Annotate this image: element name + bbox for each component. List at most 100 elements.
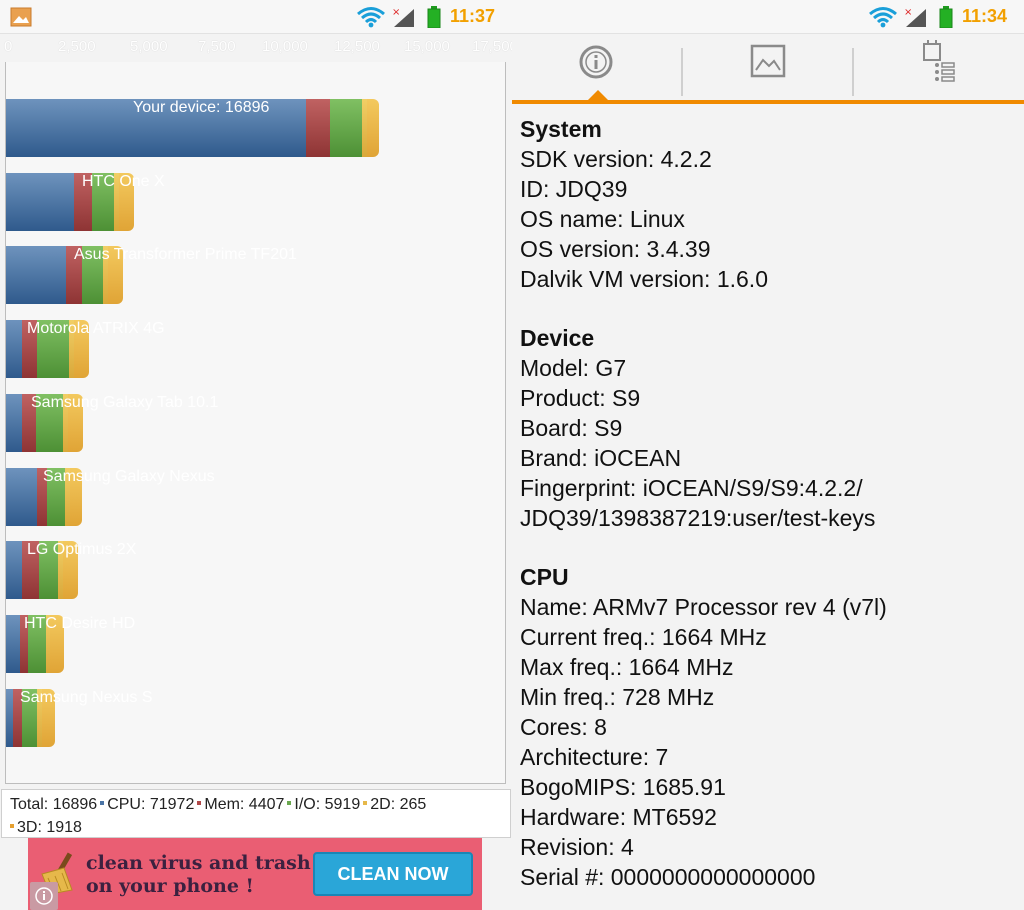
info-line: SDK version: 4.2.2 bbox=[520, 146, 712, 172]
bar-segment-io bbox=[21, 688, 37, 747]
info-line: Revision: 4 bbox=[520, 834, 634, 860]
info-line: JDQ39/1398387219:user/test-keys bbox=[520, 505, 876, 531]
info-line: Max freq.: 1664 MHz bbox=[520, 654, 734, 680]
system-info-screen: × 11:34 System SDK version: 4.2.2 ID: JD… bbox=[512, 0, 1024, 910]
io-legend-dot bbox=[287, 801, 292, 806]
clean-now-button[interactable]: CLEAN NOW bbox=[313, 852, 473, 896]
signal-icon: × bbox=[904, 7, 926, 27]
chart-axis-labels: 0 2,500 5,000 7,500 10,000 12,500 15,000… bbox=[0, 38, 512, 58]
bar-segment-cpu bbox=[6, 172, 75, 231]
axis-tick-label: 17,500 bbox=[472, 38, 512, 55]
bar-segment-cpu bbox=[6, 393, 23, 452]
bar-segment-mem bbox=[22, 393, 36, 452]
battery-icon bbox=[427, 6, 441, 28]
battery-icon bbox=[939, 6, 953, 28]
bar-segment-io bbox=[38, 541, 58, 600]
bar-segment-io bbox=[37, 320, 69, 379]
bar-segment-cpu bbox=[6, 541, 23, 600]
active-tab-indicator bbox=[588, 90, 608, 100]
bar-segment-mem bbox=[22, 320, 38, 379]
3d-legend-dot bbox=[10, 824, 14, 829]
bar-segment-cpu bbox=[6, 246, 66, 305]
axis-tick-label: 2,500 bbox=[58, 38, 96, 55]
bar-segment-2d bbox=[64, 467, 70, 526]
info-line: Architecture: 7 bbox=[520, 744, 669, 770]
ad-line-1: clean virus and trash bbox=[86, 852, 311, 874]
tab-display[interactable] bbox=[683, 34, 853, 104]
bar-segment-3d bbox=[68, 393, 84, 452]
bar-segment-cpu bbox=[6, 688, 13, 747]
axis-tick-label: 15,000 bbox=[404, 38, 450, 55]
ad-banner[interactable]: clean virus and trash on your phone ! CL… bbox=[28, 838, 482, 910]
section-title-system: System bbox=[520, 116, 602, 142]
status-time: 11:34 bbox=[962, 6, 1008, 26]
info-line: OS name: Linux bbox=[520, 206, 685, 232]
tab-underline bbox=[512, 100, 1024, 104]
bar-segment-3d bbox=[69, 467, 82, 526]
ad-info-button[interactable] bbox=[30, 882, 58, 910]
bar-segment-3d bbox=[73, 320, 89, 379]
3d-score: 3D: 1918 bbox=[17, 819, 82, 836]
mem-score: Mem: 4407 bbox=[204, 796, 285, 813]
axis-tick-label: 0 bbox=[4, 38, 13, 55]
io-score: I/O: 5919 bbox=[294, 796, 361, 813]
bar-segment-3d bbox=[41, 688, 55, 747]
status-time: 11:37 bbox=[450, 6, 496, 26]
2d-score: 2D: 265 bbox=[370, 796, 427, 813]
bar-segment-2d bbox=[57, 541, 63, 600]
bar-segment-mem bbox=[305, 99, 331, 157]
info-line: Current freq.: 1664 MHz bbox=[520, 624, 767, 650]
section-title-device: Device bbox=[520, 325, 595, 351]
bar-segment-3d bbox=[367, 99, 380, 157]
axis-tick-label: 5,000 bbox=[130, 38, 168, 55]
bar-segment-cpu bbox=[6, 467, 38, 526]
gallery-notification-icon bbox=[10, 7, 32, 27]
axis-tick-label: 12,500 bbox=[334, 38, 380, 55]
ad-line-2: on your phone ! bbox=[86, 875, 254, 897]
info-line: OS version: 3.4.39 bbox=[520, 236, 711, 262]
svg-text:×: × bbox=[904, 7, 912, 18]
info-line: BogoMIPS: 1685.91 bbox=[520, 774, 726, 800]
info-line: Model: G7 bbox=[520, 355, 627, 381]
total-score: Total: 16896 bbox=[10, 796, 98, 813]
bar-segment-cpu bbox=[6, 99, 306, 157]
axis-tick-label: 10,000 bbox=[262, 38, 308, 55]
wifi-icon bbox=[869, 7, 897, 28]
signal-icon: × bbox=[392, 7, 414, 27]
info-line: ID: JDQ39 bbox=[520, 176, 628, 202]
bar-segment-3d bbox=[62, 541, 78, 600]
2d-legend-dot bbox=[363, 801, 368, 806]
bar-segment-io bbox=[91, 172, 114, 231]
cpu-legend-dot bbox=[100, 801, 105, 806]
bar-segment-mem bbox=[37, 467, 47, 526]
status-bar: × 11:37 bbox=[0, 0, 512, 34]
tab-components[interactable] bbox=[854, 34, 1024, 104]
info-line: Cores: 8 bbox=[520, 714, 607, 740]
info-icon bbox=[35, 887, 53, 905]
info-line: Dalvik VM version: 1.6.0 bbox=[520, 266, 768, 292]
axis-tick-label: 7,500 bbox=[198, 38, 236, 55]
info-line: Product: S9 bbox=[520, 385, 641, 411]
bar-segment-mem bbox=[74, 172, 92, 231]
bar-segment-3d bbox=[119, 172, 135, 231]
wifi-icon bbox=[357, 7, 385, 28]
svg-text:×: × bbox=[392, 7, 400, 18]
bar-segment-mem bbox=[65, 246, 83, 305]
info-line: Name: ARMv7 Processor rev 4 (v7l) bbox=[520, 594, 887, 620]
bar-segment-3d bbox=[50, 614, 65, 673]
mem-legend-dot bbox=[197, 801, 202, 806]
bar-segment-cpu bbox=[6, 320, 23, 379]
info-line: Hardware: MT6592 bbox=[520, 804, 717, 830]
status-bar: × 11:34 bbox=[512, 0, 1024, 34]
score-totals: Total: 16896 CPU: 71972 Mem: 4407 I/O: 5919… bbox=[1, 789, 511, 838]
info-line: Min freq.: 728 MHz bbox=[520, 684, 715, 710]
info-line: Fingerprint: iOCEAN/S9/S9:4.2.2/ bbox=[520, 475, 863, 501]
bar-segment-mem bbox=[22, 541, 39, 600]
info-icon bbox=[579, 45, 613, 79]
ad-text: clean virus and trash on your phone ! bbox=[86, 852, 311, 898]
bar-segment-3d bbox=[108, 246, 124, 305]
bar-segment-cpu bbox=[6, 614, 20, 673]
bar-segment-mem bbox=[12, 688, 22, 747]
